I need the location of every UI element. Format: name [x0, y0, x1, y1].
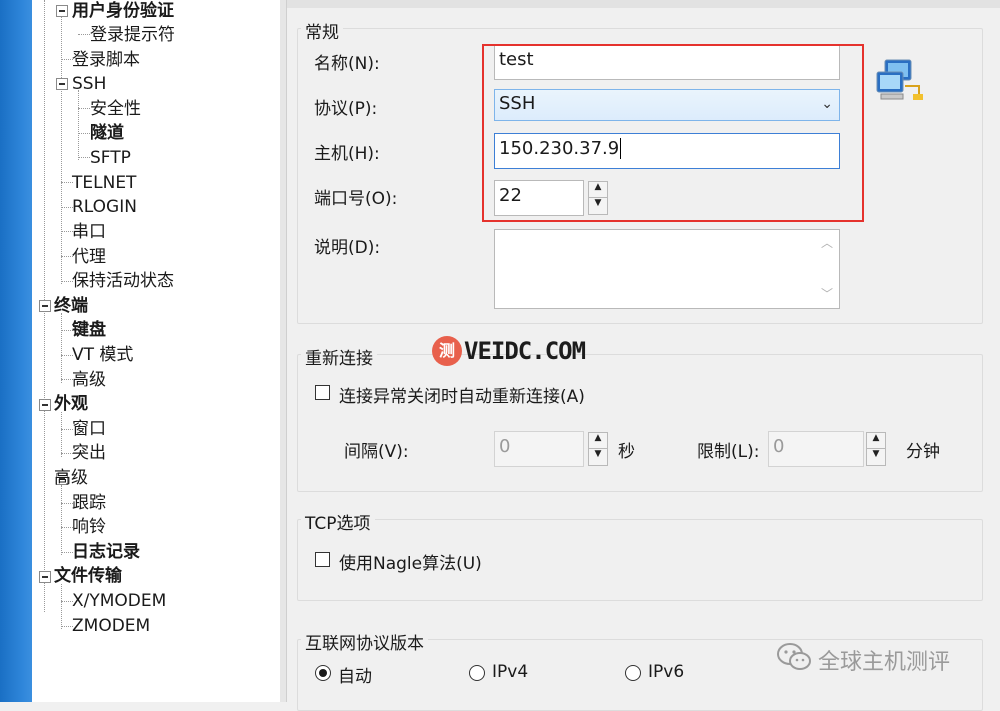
network-computer-icon	[875, 58, 923, 102]
desktop-edge	[0, 0, 32, 702]
limit-input[interactable]: 0	[768, 431, 864, 467]
collapse-icon[interactable]	[56, 78, 68, 90]
tree-line	[61, 14, 62, 284]
tree-item-proxy[interactable]: 代理	[72, 245, 106, 269]
tree-item-bell[interactable]: 响铃	[72, 515, 106, 539]
collapse-icon[interactable]	[56, 5, 68, 17]
ip-version-group-title: 互联网协议版本	[301, 629, 428, 654]
tree-item-highlight[interactable]: 突出	[72, 441, 106, 465]
top-edge	[287, 0, 1000, 8]
tree-line	[61, 313, 62, 383]
tree-item-rlogin[interactable]: RLOGIN	[72, 195, 137, 219]
reconnect-group-title: 重新连接	[301, 344, 377, 369]
limit-unit: 分钟	[906, 442, 940, 462]
tree-line	[78, 34, 90, 35]
collapse-icon[interactable]	[39, 300, 51, 312]
tree-line	[78, 133, 90, 134]
tree-item-telnet[interactable]: TELNET	[72, 171, 136, 195]
tree-item-window[interactable]: 窗口	[72, 417, 106, 441]
name-label: 名称(N):	[314, 54, 380, 74]
tree-item-ssh[interactable]: SSH	[72, 72, 106, 96]
interval-stepper[interactable]: ▲ ▼	[588, 432, 608, 466]
ipv4-label: IPv4	[492, 662, 529, 682]
general-group-title: 常规	[301, 18, 343, 43]
tree-item-auth[interactable]: 用户身份验证	[72, 0, 174, 23]
protocol-label: 协议(P):	[314, 99, 378, 119]
tree-line	[78, 90, 79, 160]
description-textarea[interactable]	[494, 229, 840, 309]
port-label: 端口号(O):	[314, 189, 398, 209]
tree-item-zmodem[interactable]: ZMODEM	[72, 614, 150, 638]
tree-item-vt-mode[interactable]: VT 模式	[72, 343, 133, 367]
spin-down-icon[interactable]: ▼	[589, 449, 607, 465]
tree-item-serial[interactable]: 串口	[72, 220, 106, 244]
tree-item-logging[interactable]: 日志记录	[72, 540, 140, 564]
scroll-down-icon[interactable]: ﹀	[818, 285, 836, 302]
spin-down-icon[interactable]: ▼	[867, 449, 885, 465]
tree-line	[78, 157, 90, 158]
tree-item-advanced[interactable]: 高级	[54, 466, 88, 490]
tree-item-terminal[interactable]: 终端	[54, 294, 88, 318]
nagle-checkbox[interactable]	[315, 552, 330, 567]
tree-item-login-script[interactable]: 登录脚本	[72, 48, 140, 72]
tree-item-terminal-advanced[interactable]: 高级	[72, 368, 106, 392]
ip-auto-radio[interactable]	[315, 665, 331, 681]
tree-line	[61, 584, 62, 629]
interval-input[interactable]: 0	[494, 431, 584, 467]
tree-item-trace[interactable]: 跟踪	[72, 491, 106, 515]
limit-label: 限制(L):	[697, 442, 760, 462]
spin-up-icon[interactable]: ▲	[589, 433, 607, 449]
tree-item-file-transfer[interactable]: 文件传输	[54, 564, 122, 588]
collapse-icon[interactable]	[39, 399, 51, 411]
tree-item-keyboard[interactable]: 键盘	[72, 318, 106, 342]
ip-auto-label: 自动	[338, 667, 372, 687]
limit-stepper[interactable]: ▲ ▼	[866, 432, 886, 466]
tree-item-login-prompt[interactable]: 登录提示符	[90, 23, 175, 47]
watermark-site: VEIDC.COM	[464, 337, 586, 365]
panel-splitter[interactable]	[280, 0, 287, 702]
tree-item-tunnel[interactable]: 隧道	[90, 121, 124, 145]
watermark-badge: 测	[432, 336, 462, 366]
wechat-icon	[776, 642, 812, 672]
tree-item-xymodem[interactable]: X/YMODEM	[72, 589, 166, 613]
ipv6-radio[interactable]	[625, 665, 641, 681]
tree-line	[61, 485, 62, 555]
tree-item-keepalive[interactable]: 保持活动状态	[72, 269, 174, 293]
tree-item-sftp[interactable]: SFTP	[90, 146, 131, 170]
reconnect-group	[297, 354, 983, 492]
scroll-up-icon[interactable]: ︿	[818, 234, 836, 251]
tcp-group-title: TCP选项	[301, 509, 375, 534]
interval-label: 间隔(V):	[344, 442, 409, 462]
host-label: 主机(H):	[314, 144, 380, 164]
auto-reconnect-label: 连接异常关闭时自动重新连接(A)	[339, 387, 585, 407]
description-label: 说明(D):	[314, 238, 381, 258]
tree-line	[78, 108, 90, 109]
auto-reconnect-checkbox[interactable]	[315, 385, 330, 400]
highlight-annotation	[482, 44, 864, 222]
ipv4-radio[interactable]	[469, 665, 485, 681]
collapse-icon[interactable]	[39, 571, 51, 583]
category-tree[interactable]: 用户身份验证 登录提示符 登录脚本 SSH 安全性 隧道 SFTP TELNET…	[32, 0, 281, 702]
tree-item-appearance[interactable]: 外观	[54, 392, 88, 416]
ipv6-label: IPv6	[648, 662, 685, 682]
tree-line	[61, 412, 62, 457]
spin-up-icon[interactable]: ▲	[867, 433, 885, 449]
nagle-label: 使用Nagle算法(U)	[339, 554, 482, 574]
watermark-wechat: 全球主机测评	[818, 650, 951, 675]
interval-unit: 秒	[618, 442, 635, 462]
tree-item-security[interactable]: 安全性	[90, 97, 141, 121]
